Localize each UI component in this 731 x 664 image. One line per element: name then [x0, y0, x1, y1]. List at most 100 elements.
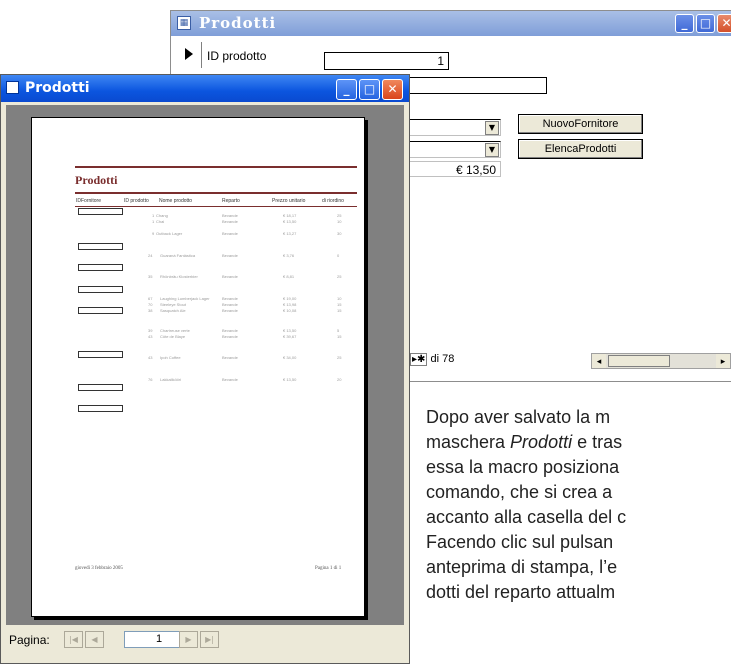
- dropdown-arrow-icon[interactable]: ▼: [485, 143, 499, 157]
- report-cell-name: Côte de Blaye: [160, 334, 186, 339]
- horizontal-scrollbar[interactable]: ◂ ▸: [591, 353, 731, 369]
- report-window-icon: [6, 81, 19, 94]
- preview-area: Prodotti IDFornitore ID prodotto Nome pr…: [6, 105, 404, 625]
- new-record-button[interactable]: ▸✱: [410, 353, 428, 366]
- close-button[interactable]: ✕: [382, 79, 403, 100]
- record-navigator: ▸✱ di 78: [410, 353, 454, 366]
- report-cell-reparto: Bevande: [222, 328, 238, 333]
- report-cell-reparto: Bevande: [222, 334, 238, 339]
- maximize-button[interactable]: □: [696, 14, 715, 33]
- report-cell-id: 67: [148, 296, 153, 301]
- description-line: maschera Prodotti e tras: [426, 432, 623, 452]
- report-cell-reparto: Bevande: [222, 213, 238, 218]
- minimize-button[interactable]: _: [336, 79, 357, 100]
- report-cell-reparto: Bevande: [222, 308, 238, 313]
- report-cell-riordino: 0: [337, 253, 340, 258]
- report-cell-reparto: Bevande: [222, 296, 238, 301]
- report-cell-prezzo: € 3,76: [283, 253, 295, 258]
- nuovo-fornitore-button[interactable]: NuovoFornitore: [518, 114, 643, 134]
- record-selector[interactable]: [179, 42, 202, 68]
- report-cell-id: 1: [152, 213, 155, 218]
- col-header-riordino: di riordino: [322, 198, 344, 204]
- report-cell-reparto: Bevande: [222, 231, 238, 236]
- description-line: anteprima di stampa, l’e: [426, 557, 618, 577]
- next-page-icon[interactable]: ▶: [179, 631, 198, 648]
- report-cell-name: Guaraná Fantástica: [160, 253, 196, 258]
- description-line: accanto alla casella del c: [426, 507, 627, 527]
- report-cell-riordino: 10: [337, 219, 342, 224]
- preview-title-bar[interactable]: Prodotti _ □ ✕: [1, 75, 409, 102]
- report-cell-reparto: Bevande: [222, 302, 238, 307]
- report-date: giovedì 3 febbraio 2005: [75, 566, 123, 571]
- report-cell-prezzo: € 10,08: [283, 308, 297, 313]
- report-cell-name: Chang: [156, 213, 168, 218]
- dropdown-arrow-icon[interactable]: ▼: [485, 121, 499, 135]
- description-text: Dopo aver salvato la m maschera Prodotti…: [426, 405, 731, 605]
- report-cell-id: 43: [148, 355, 153, 360]
- col-header-idprodotto: ID prodotto: [124, 198, 149, 204]
- report-cell-riordino: 30: [337, 231, 342, 236]
- fornitore-box: [78, 264, 123, 271]
- report-top-rule: [75, 166, 357, 168]
- record-count: di 78: [430, 353, 455, 365]
- prev-page-icon[interactable]: ◀: [85, 631, 104, 648]
- report-cell-reparto: Bevande: [222, 253, 238, 258]
- prezzo-field[interactable]: € 13,50: [409, 161, 501, 177]
- report-cell-name: Steeleye Stout: [160, 302, 187, 307]
- scroll-left-icon[interactable]: ◂: [592, 354, 606, 368]
- report-cell-id: 39: [148, 328, 153, 333]
- report-cell-name: Ipoh Coffee: [160, 355, 181, 360]
- last-page-icon[interactable]: ▶|: [200, 631, 219, 648]
- fornitore-combo[interactable]: ▼: [409, 119, 501, 136]
- fornitore-box: [78, 351, 123, 358]
- report-cell-id: 9: [152, 231, 155, 236]
- elenca-prodotti-button[interactable]: ElencaProdotti: [518, 139, 643, 159]
- report-cell-reparto: Bevande: [222, 219, 238, 224]
- report-cell-prezzo: € 8,81: [283, 274, 295, 279]
- preview-window-title: Prodotti: [25, 80, 90, 96]
- report-cell-name: Outback Lager: [156, 231, 183, 236]
- description-line: essa la macro posiziona: [426, 457, 620, 477]
- report-page[interactable]: Prodotti IDFornitore ID prodotto Nome pr…: [31, 117, 365, 617]
- fornitore-box: [78, 384, 123, 391]
- nome-prodotto-field[interactable]: [409, 77, 547, 94]
- report-cell-prezzo: € 13,27: [283, 231, 297, 236]
- preview-window-prodotti: Prodotti _ □ ✕ Prodotti IDFornitore ID p…: [0, 74, 410, 664]
- report-cell-name: Laughing Lumberjack Lager: [160, 296, 210, 301]
- record-pointer-icon: [185, 48, 193, 60]
- report-cell-riordino: 10: [337, 296, 342, 301]
- report-cell-id: 43: [148, 334, 153, 339]
- col-header-nome: Nome prodotto: [159, 198, 193, 204]
- report-cell-riordino: 15: [337, 334, 342, 339]
- report-cell-reparto: Bevande: [222, 355, 238, 360]
- report-cell-prezzo: € 39,67: [283, 334, 297, 339]
- col-header-idfornitore: IDFornitore: [76, 198, 102, 204]
- col-header-prezzo: Prezzo unitario: [272, 198, 306, 204]
- close-button[interactable]: ✕: [717, 14, 731, 33]
- minimize-button[interactable]: _: [675, 14, 694, 33]
- first-page-icon[interactable]: |◀: [64, 631, 83, 648]
- report-cell-reparto: Bevande: [222, 274, 238, 279]
- description-line: dotti del reparto attualm: [426, 582, 616, 602]
- report-cell-prezzo: € 13,50: [283, 377, 297, 382]
- maximize-button[interactable]: □: [359, 79, 380, 100]
- scroll-right-icon[interactable]: ▸: [716, 354, 730, 368]
- report-cell-prezzo: € 19,00: [283, 296, 297, 301]
- report-cell-riordino: 20: [337, 377, 342, 382]
- report-cell-prezzo: € 13,98: [283, 302, 297, 307]
- report-cell-riordino: 15: [337, 302, 342, 307]
- report-column-rule: [75, 206, 357, 207]
- form-title-bar[interactable]: ▦ Prodotti _ □ ✕: [171, 11, 731, 36]
- report-cell-name: Lakkalikööri: [160, 377, 182, 382]
- id-prodotto-field[interactable]: 1: [324, 52, 449, 70]
- report-cell-id: 38: [148, 308, 153, 313]
- report-cell-riordino: 15: [337, 308, 342, 313]
- report-cell-name: Chartreuse verte: [160, 328, 190, 333]
- scroll-thumb[interactable]: [608, 355, 670, 367]
- description-line: Dopo aver salvato la m: [426, 407, 611, 427]
- report-header-rule: [75, 192, 357, 194]
- report-cell-name: Chai: [156, 219, 165, 224]
- report-cell-name: Sasquatch Ale: [160, 308, 186, 313]
- col-header-reparto: Reparto: [222, 198, 240, 204]
- reparto-combo[interactable]: ▼: [409, 141, 501, 158]
